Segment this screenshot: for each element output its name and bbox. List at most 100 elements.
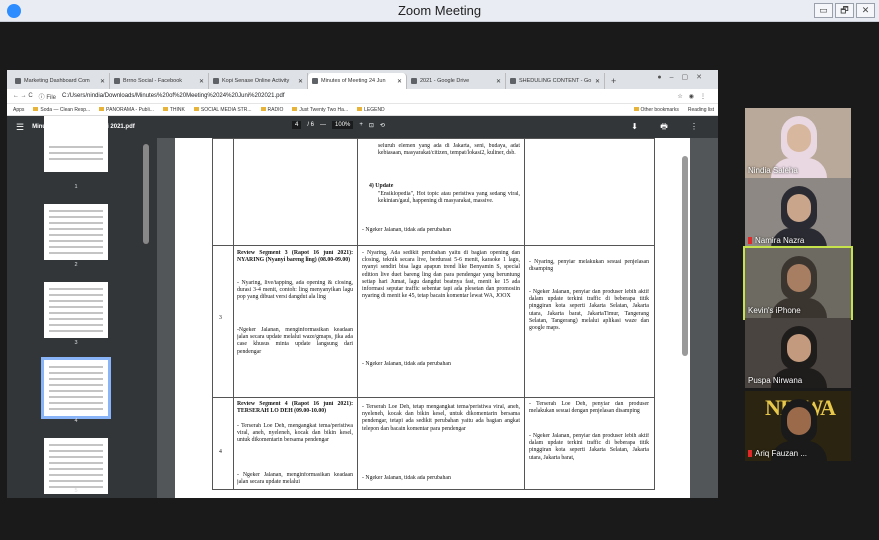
participant-video-tile[interactable]: Kevin's iPhone [743, 246, 853, 320]
table-cell: - Ngeker Jalanan, tidak ada perubahan [362, 475, 451, 481]
table-cell: Review Segment 3 (Rapot 16 juni 2021): N… [237, 250, 353, 264]
tab-close-icon[interactable]: ✕ [397, 78, 402, 85]
person-face [787, 334, 811, 362]
address-bar: ← → C ⓘ File C:/Users/nindia/Downloads/M… [7, 89, 718, 104]
person-face [787, 264, 811, 292]
rotate-icon[interactable]: ⟲ [380, 122, 385, 129]
tab-favicon-icon [15, 78, 21, 84]
table-cell: 4) Update [369, 183, 509, 190]
page-thumbnail[interactable] [44, 116, 108, 172]
tab-label: Minutes of Meeting 24 Jun [321, 78, 386, 84]
browser-tab-active[interactable]: Minutes of Meeting 24 Jun ✕ [308, 73, 407, 89]
thumbnail-number: 5 [74, 488, 78, 494]
bookmark-item[interactable]: RADIO [261, 107, 284, 113]
participant-name: Namira Nazra [755, 236, 805, 245]
url-field[interactable]: C:/Users/nindia/Downloads/Minutes%20of%2… [62, 93, 284, 99]
bookmark-item[interactable]: THINK [163, 107, 185, 113]
bookmark-item[interactable]: PANORAMA - Publi... [99, 107, 154, 113]
update-heading: 4) Update [369, 183, 394, 189]
url-prefix: ⓘ File [38, 94, 57, 101]
pdf-menu-icon[interactable]: ☰ [16, 122, 24, 133]
thumbnail-number: 2 [74, 262, 78, 268]
window-controls: ▭ 🗗 ✕ [814, 3, 875, 18]
row-number: 4 [219, 449, 222, 455]
restore-button[interactable]: 🗗 [835, 3, 854, 18]
bookmark-item[interactable]: Just Twenty Two Ha... [292, 107, 348, 113]
thumbnail-number: 4 [74, 418, 78, 424]
tab-favicon-icon [114, 78, 120, 84]
tab-close-icon[interactable]: ✕ [100, 78, 105, 85]
page-thumbnail[interactable] [44, 438, 108, 494]
minimize-button[interactable]: ▭ [814, 3, 833, 18]
browser-tab[interactable]: Kopi Senase Online Activity ✕ [209, 73, 308, 89]
address-bar-icons[interactable]: ☆◉⋮ [677, 93, 718, 100]
tab-label: SHEDULING CONTENT - Go [519, 78, 592, 84]
participant-name: Ariq Fauzan ... [755, 449, 808, 458]
table-cell: - Ngeker Jalanan, tidak ada perubahan [362, 361, 451, 367]
table-cell: Review Segment 4 (Rapot 16 juni 2021): T… [237, 401, 353, 415]
tab-favicon-icon [213, 78, 219, 84]
zoom-level[interactable]: 100% [332, 121, 354, 129]
pdf-page-controls: 4 / 6 — 100% + ⊡ ⟲ [292, 121, 385, 129]
zoom-in-button[interactable]: + [359, 122, 363, 128]
muted-mic-icon [748, 237, 752, 244]
pdf-toolbar: ☰ Minutes of Meeting 24 Juni 2021.pdf 4 … [7, 116, 718, 138]
row-number: 3 [219, 315, 222, 321]
tab-favicon-icon [312, 78, 318, 84]
participant-video-tile[interactable]: Puspa Nirwana [745, 318, 851, 388]
browser-tab[interactable]: SHEDULING CONTENT - Go ✕ [506, 73, 605, 89]
participant-video-tile[interactable]: NIRWAAriq Fauzan ... [745, 391, 851, 461]
tab-close-icon[interactable]: ✕ [595, 78, 600, 85]
person-face [787, 194, 811, 222]
page-scrollbar[interactable] [682, 156, 688, 356]
bookmark-item[interactable]: Soda — Clean Resp... [33, 107, 90, 113]
participant-name: Puspa Nirwana [748, 376, 803, 385]
new-tab-button[interactable]: + [605, 73, 622, 89]
nav-buttons[interactable]: ← → C [13, 93, 33, 99]
muted-mic-icon [748, 450, 752, 457]
bookmarks-bar: Apps Soda — Clean Resp... PANORAMA - Pub… [7, 104, 718, 116]
browser-tab[interactable]: 2021 - Google Drive ✕ [407, 73, 506, 89]
reading-list[interactable]: Reading list [688, 107, 718, 113]
tab-close-icon[interactable]: ✕ [496, 78, 501, 85]
pdf-page: seluruh elemen yang ada di Jakarta, seni… [175, 138, 690, 498]
tab-close-icon[interactable]: ✕ [298, 78, 303, 85]
tab-label: Brrno Social - Facebook [123, 78, 182, 84]
browser-tab-strip: Marketing Dashboard Com ✕ Brrno Social - … [7, 70, 718, 89]
pdf-viewer: 1 2 3 4 5 seluruh elemen yang ada di Jak… [7, 116, 718, 498]
table-cell: - Ngeker Jalanan, penyiar dan produser l… [529, 433, 649, 461]
page-thumbnail[interactable] [44, 282, 108, 338]
window-title: Zoom Meeting [397, 3, 482, 18]
table-cell: - Ngeker Jalanan, tidak ada perubahan [362, 227, 451, 233]
browser-window-controls: ●–▢✕ [657, 74, 710, 81]
browser-tab[interactable]: Brrno Social - Facebook ✕ [110, 73, 209, 89]
page-thumbnail-selected[interactable] [41, 357, 111, 419]
bookmark-item[interactable]: LEGEND [357, 107, 385, 113]
table-cell: - Terserah Loe Deh, mengangkat tema/peri… [237, 423, 353, 444]
page-thumbnail[interactable] [44, 204, 108, 260]
participant-video-tile[interactable]: Namira Nazra [745, 178, 851, 248]
table-cell: - Nyaring, live/tapping, ada opening & c… [237, 280, 353, 301]
segment-title: Review Segment 4 (Rapot 16 juni 2021): T… [237, 401, 353, 415]
browser-tab[interactable]: Marketing Dashboard Com ✕ [11, 73, 110, 89]
participant-video-tile[interactable]: Nindia Saleha [745, 108, 851, 178]
page-number-input[interactable]: 4 [292, 121, 302, 129]
table-cell: - Terserah Loe Deh, tetap mengangkat tem… [362, 404, 520, 432]
bookmark-item[interactable]: Apps [13, 107, 24, 113]
thumbnail-number: 3 [74, 340, 78, 346]
bookmark-item[interactable]: SOCIAL MEDIA STR... [194, 107, 252, 113]
thumbnail-scrollbar[interactable] [143, 144, 149, 244]
shared-screen: Marketing Dashboard Com ✕ Brrno Social - … [7, 70, 718, 498]
segment-title: Review Segment 3 (Rapot 16 juni 2021): N… [237, 250, 353, 264]
other-bookmarks[interactable]: Other bookmarks [634, 107, 679, 113]
tab-close-icon[interactable]: ✕ [199, 78, 204, 85]
tab-favicon-icon [411, 78, 417, 84]
pdf-actions[interactable]: ⬇ 🖶 ⋮ [631, 121, 708, 135]
fit-page-icon[interactable]: ⊡ [369, 122, 374, 129]
table-cell: -Ngeker Jalanan, menginformasikan keadaa… [237, 327, 353, 355]
zoom-out-button[interactable]: — [320, 122, 326, 128]
page-total: / 6 [307, 122, 315, 128]
table-cell: "Ensiklopedia", Hot topic atau peristiwa… [378, 191, 520, 205]
close-button[interactable]: ✕ [856, 3, 875, 18]
table-cell: - Nyaring, penyiar melakukan sesuai penj… [529, 259, 649, 273]
